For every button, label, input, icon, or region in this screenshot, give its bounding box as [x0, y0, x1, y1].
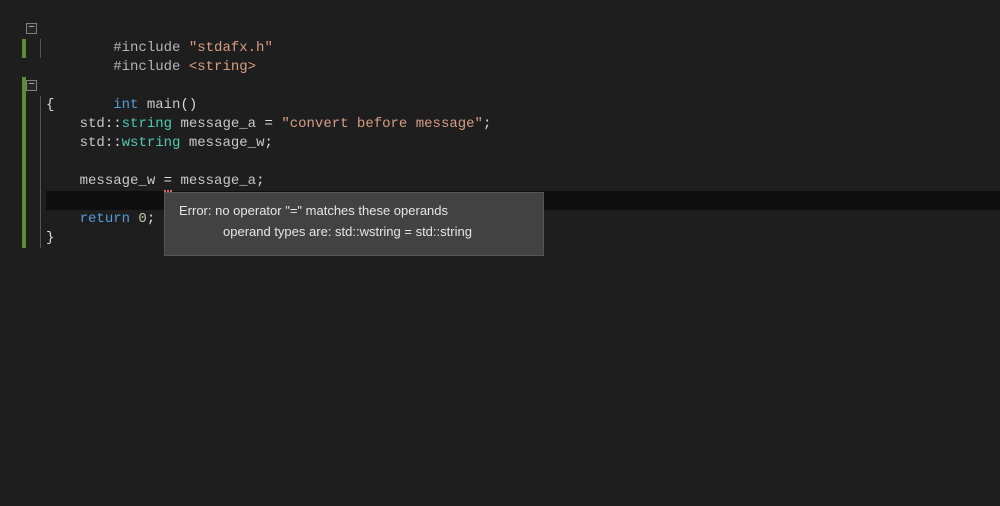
code-line[interactable]: message_w = message_a; — [0, 172, 1000, 191]
code-line[interactable] — [0, 153, 1000, 172]
token-ident: message_a — [180, 116, 256, 132]
token-preproc: #include — [113, 59, 180, 75]
token-brace: } — [46, 230, 54, 246]
token-header: <string> — [189, 59, 256, 75]
token-string: "convert before message" — [281, 116, 483, 132]
token-ident: message_w — [80, 173, 156, 189]
token-ident: message_w — [189, 135, 265, 151]
gutter[interactable] — [0, 39, 40, 58]
code-editor[interactable]: − #include "stdafx.h" #include <string> — [0, 0, 1000, 506]
token-type: wstring — [122, 135, 181, 151]
code-line[interactable]: std::string message_a = "convert before … — [0, 115, 1000, 134]
code-line[interactable]: − #include "stdafx.h" — [0, 20, 1000, 39]
scope-guide — [40, 39, 41, 58]
token-ident: message_a — [180, 173, 256, 189]
change-marker — [22, 39, 26, 58]
fold-toggle-icon[interactable]: − — [26, 80, 37, 91]
error-tooltip: Error: no operator "=" matches these ope… — [164, 192, 544, 256]
fold-toggle-icon[interactable]: − — [26, 23, 37, 34]
token-number: 0 — [130, 211, 147, 227]
code-line[interactable]: − int main() — [0, 77, 1000, 96]
code-line[interactable]: #include <string> — [0, 39, 1000, 58]
code-line[interactable]: std::wstring message_w; — [0, 134, 1000, 153]
tooltip-line: Error: no operator "=" matches these ope… — [179, 201, 529, 222]
error-token[interactable]: = — [164, 173, 172, 192]
token-keyword: return — [80, 211, 130, 227]
tooltip-line: operand types are: std::wstring = std::s… — [179, 222, 529, 243]
token-ns: std — [80, 116, 105, 132]
gutter[interactable]: − — [0, 20, 40, 39]
token-type: string — [122, 116, 172, 132]
code-line[interactable]: { — [0, 96, 1000, 115]
token-ns: std — [80, 135, 105, 151]
gutter[interactable]: − — [0, 77, 40, 96]
